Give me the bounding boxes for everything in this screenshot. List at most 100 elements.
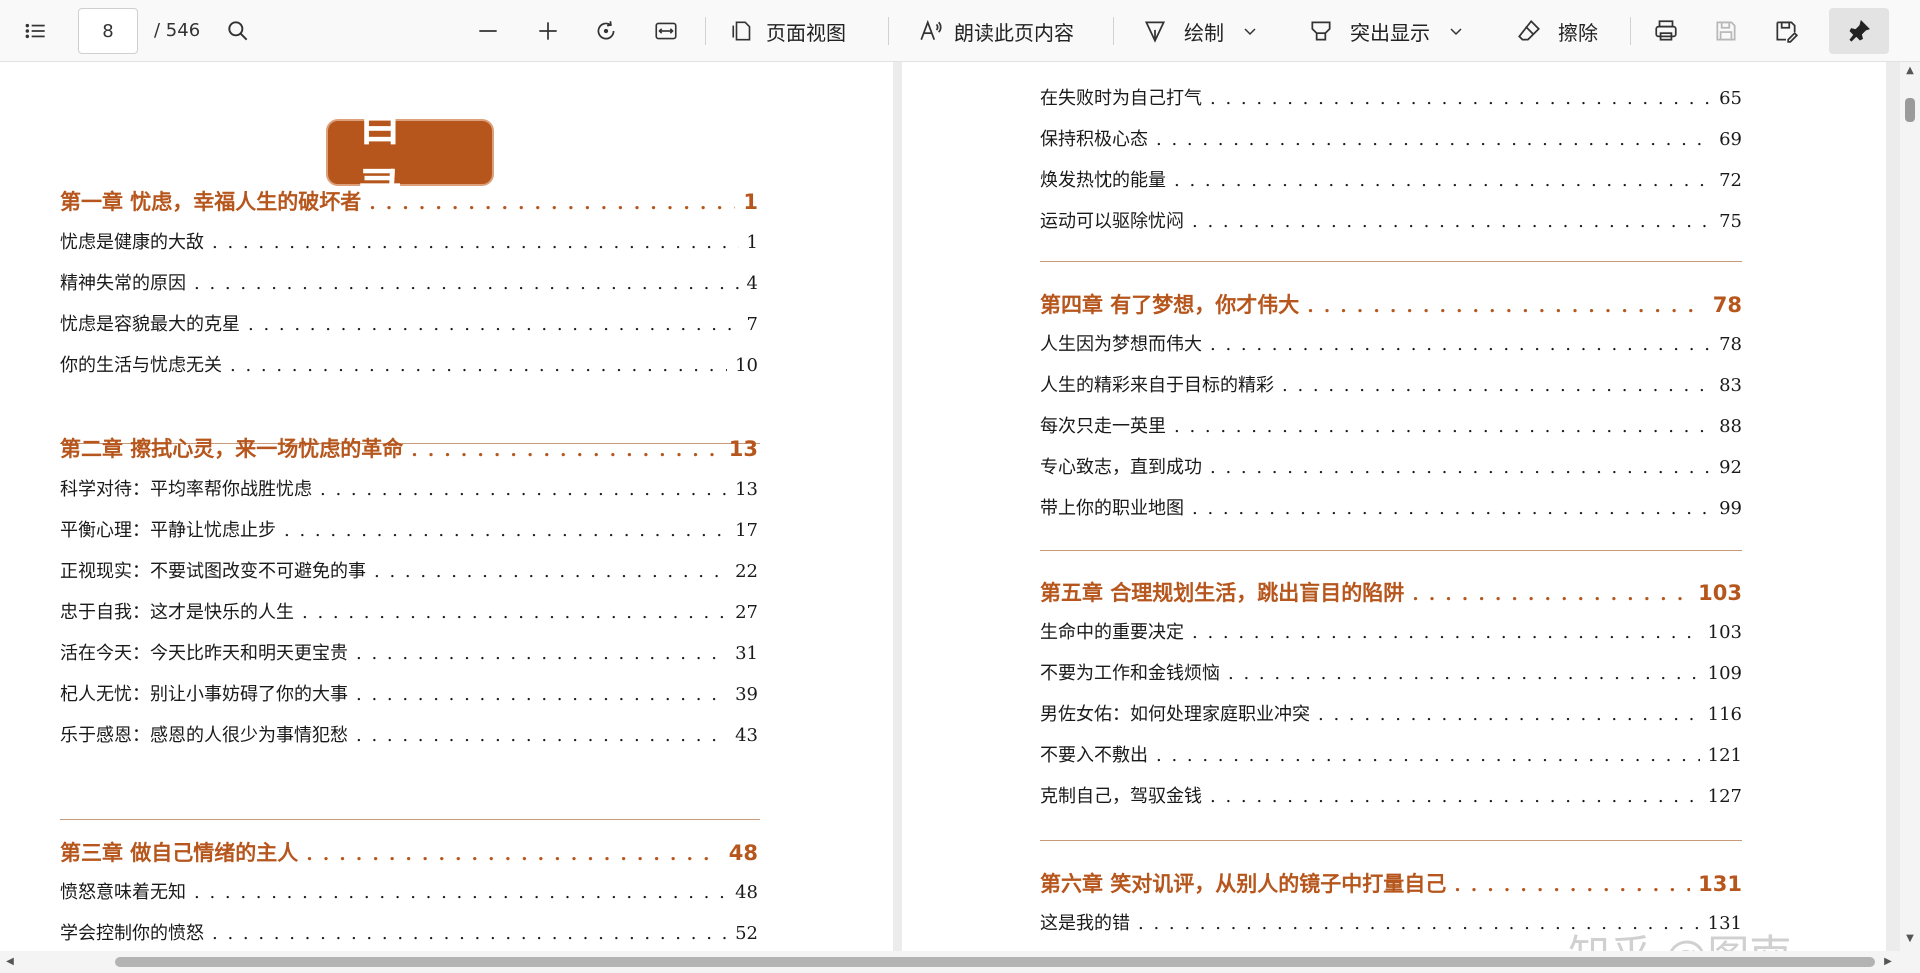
toc-leader <box>248 314 739 335</box>
toc-entry-title: 运动可以驱除忧闷 <box>1040 211 1184 232</box>
toc-entry-title: 生命中的重要决定 <box>1040 622 1184 643</box>
toc-entry[interactable]: 活在今天：今天比昨天和明天更宝贵 31 <box>60 639 758 665</box>
toc-entry[interactable]: 带上你的职业地图 99 <box>1040 494 1742 520</box>
toc-entry[interactable]: 精神失常的原因 4 <box>60 269 758 295</box>
toc-chapter-title: 第二章 擦拭心灵，来一场忧虑的革命 <box>60 437 404 461</box>
section-divider <box>1040 840 1742 841</box>
pin-toolbar-button[interactable] <box>1829 8 1889 54</box>
toc-entry[interactable]: 杞人无忧：别让小事妨碍了你的大事 39 <box>60 680 758 706</box>
toc-entry[interactable]: 科学对待：平均率帮你战胜忧虑 13 <box>60 475 758 501</box>
horizontal-scroll-thumb[interactable] <box>115 957 1875 967</box>
toc-entry[interactable]: 忠于自我：这才是快乐的人生 27 <box>60 598 758 624</box>
toc-entry[interactable]: 平衡心理：平静让忧虑止步 17 <box>60 516 758 542</box>
toc-entry[interactable]: 你的生活与忧虑无关 10 <box>60 351 758 377</box>
toc-entry-title: 不要为工作和金钱烦恼 <box>1040 663 1220 684</box>
toc-entry[interactable]: 愤怒意味着无知 48 <box>60 878 758 904</box>
zoom-in-button[interactable] <box>530 8 566 54</box>
toc-page-number: 131 <box>1698 872 1742 896</box>
toc-leader <box>1228 663 1700 684</box>
toc-page-number: 99 <box>1719 498 1742 519</box>
toc-entry[interactable]: 人生因为梦想而伟大 78 <box>1040 330 1742 356</box>
toc-entry[interactable]: 不要为工作和金钱烦恼 109 <box>1040 659 1742 685</box>
scroll-left-icon[interactable]: ◀ <box>4 956 16 968</box>
toc-chapter-title: 第五章 合理规划生活，跳出盲目的陷阱 <box>1040 581 1405 605</box>
toc-leader <box>1156 745 1700 766</box>
toc-chapter[interactable]: 第五章 合理规划生活，跳出盲目的陷阱 103 <box>1040 577 1742 607</box>
toc-entry-title: 正视现实：不要试图改变不可避免的事 <box>60 561 366 582</box>
highlight-button[interactable]: 突出显示 <box>1308 8 1464 54</box>
save-as-button[interactable] <box>1768 8 1804 54</box>
toc-title: 目 录 <box>326 100 494 215</box>
toc-entry-title: 在失败时为自己打气 <box>1040 88 1202 109</box>
read-aloud-button[interactable]: 朗读此页内容 <box>918 8 1074 54</box>
toc-leader <box>212 232 739 253</box>
toc-entry[interactable]: 克制自己，驾驭金钱 127 <box>1040 782 1742 808</box>
toc-entry[interactable]: 运动可以驱除忧闷 75 <box>1040 207 1742 233</box>
toc-entry-title: 学会控制你的愤怒 <box>60 923 204 944</box>
page-view-button[interactable]: 页面视图 <box>730 8 846 54</box>
toc-entry[interactable]: 忧虑是健康的大敌 1 <box>60 228 758 254</box>
vertical-scroll-thumb[interactable] <box>1905 98 1915 122</box>
section-divider <box>1040 550 1742 551</box>
toc-entry-title: 不要入不敷出 <box>1040 745 1148 766</box>
toc-leader <box>356 725 727 746</box>
toc-entry[interactable]: 每次只走一英里 88 <box>1040 412 1742 438</box>
document-viewer[interactable]: 目 录 第一章 忧虑，幸福人生的破坏者1 忧虑是健康的大敌1 精神失常的原因4 … <box>0 62 1900 951</box>
save-as-icon <box>1776 21 1799 43</box>
toc-leader <box>1174 170 1711 191</box>
toc-page-number: 131 <box>1707 913 1742 934</box>
scroll-up-icon[interactable]: ▲ <box>1904 66 1916 76</box>
page-total-label: / 546 <box>154 20 201 41</box>
toc-entry[interactable]: 焕发热忱的能量 72 <box>1040 166 1742 192</box>
erase-button[interactable]: 擦除 <box>1516 8 1598 54</box>
toc-entry[interactable]: 正视现实：不要试图改变不可避免的事 22 <box>60 557 758 583</box>
toc-chapter[interactable]: 第三章 做自己情绪的主人 48 <box>60 837 758 867</box>
scroll-down-icon[interactable]: ▼ <box>1904 934 1916 944</box>
toc-chapter[interactable]: 第六章 笑对讥评，从别人的镜子中打量自己 131 <box>1040 868 1742 898</box>
toc-entry[interactable]: 保持积极心态 69 <box>1040 125 1742 151</box>
toc-entry[interactable]: 人生的精彩来自于目标的精彩 83 <box>1040 371 1742 397</box>
toc-page-number: 1 <box>746 232 758 253</box>
zoom-out-button[interactable] <box>470 8 506 54</box>
toc-entry[interactable]: 专心致志，直到成功 92 <box>1040 453 1742 479</box>
toolbar-divider <box>1630 17 1631 45</box>
toc-page-number: 65 <box>1719 88 1742 109</box>
rotate-button[interactable] <box>588 8 624 54</box>
table-of-contents-button[interactable] <box>18 8 54 54</box>
toc-leader <box>1192 211 1711 232</box>
toc-page-number: 103 <box>1707 622 1742 643</box>
toc-entry[interactable]: 不要入不敷出 121 <box>1040 741 1742 767</box>
toc-chapter-title: 第六章 笑对讥评，从别人的镜子中打量自己 <box>1040 872 1447 896</box>
toc-page-number: 1 <box>743 190 758 214</box>
scroll-right-icon[interactable]: ▶ <box>1882 956 1894 968</box>
toc-entry-title: 科学对待：平均率帮你战胜忧虑 <box>60 479 312 500</box>
rotate-icon <box>597 21 615 40</box>
draw-button[interactable]: 绘制 <box>1142 8 1258 54</box>
search-button[interactable] <box>220 8 256 54</box>
toc-page-number: 48 <box>735 882 758 903</box>
toc-entry-title: 男佐女佑：如何处理家庭职业冲突 <box>1040 704 1310 725</box>
toc-chapter[interactable]: 第一章 忧虑，幸福人生的破坏者 1 <box>60 186 758 216</box>
print-button[interactable] <box>1648 8 1684 54</box>
horizontal-scrollbar[interactable]: ◀ ▶ <box>0 951 1920 973</box>
toc-chapter[interactable]: 第二章 擦拭心灵，来一场忧虑的革命 13 <box>60 433 758 463</box>
toc-leader <box>1210 88 1711 109</box>
toc-chapter[interactable]: 第四章 有了梦想，你才伟大 78 <box>1040 289 1742 319</box>
fit-width-button[interactable] <box>648 8 684 54</box>
toc-entry[interactable]: 男佐女佑：如何处理家庭职业冲突 116 <box>1040 700 1742 726</box>
toc-leader <box>230 355 727 376</box>
toc-entry[interactable]: 这是我的错 131 <box>1040 909 1742 935</box>
toc-leader <box>1210 457 1711 478</box>
toc-entry[interactable]: 在失败时为自己打气 65 <box>1040 84 1742 110</box>
toc-entry-title: 这是我的错 <box>1040 913 1130 934</box>
toc-entry[interactable]: 忧虑是容貌最大的克星 7 <box>60 310 758 336</box>
vertical-scrollbar[interactable]: ▲ ▼ <box>1900 62 1920 951</box>
list-icon <box>25 23 45 39</box>
save-button[interactable] <box>1708 8 1744 54</box>
toc-page-number: 127 <box>1707 786 1742 807</box>
toc-entry[interactable]: 学会控制你的愤怒 52 <box>60 919 758 945</box>
page-number-input[interactable] <box>78 8 138 54</box>
toc-entry[interactable]: 生命中的重要决定 103 <box>1040 618 1742 644</box>
toc-entry[interactable]: 乐于感恩：感恩的人很少为事情犯愁 43 <box>60 721 758 747</box>
search-icon <box>228 21 248 41</box>
